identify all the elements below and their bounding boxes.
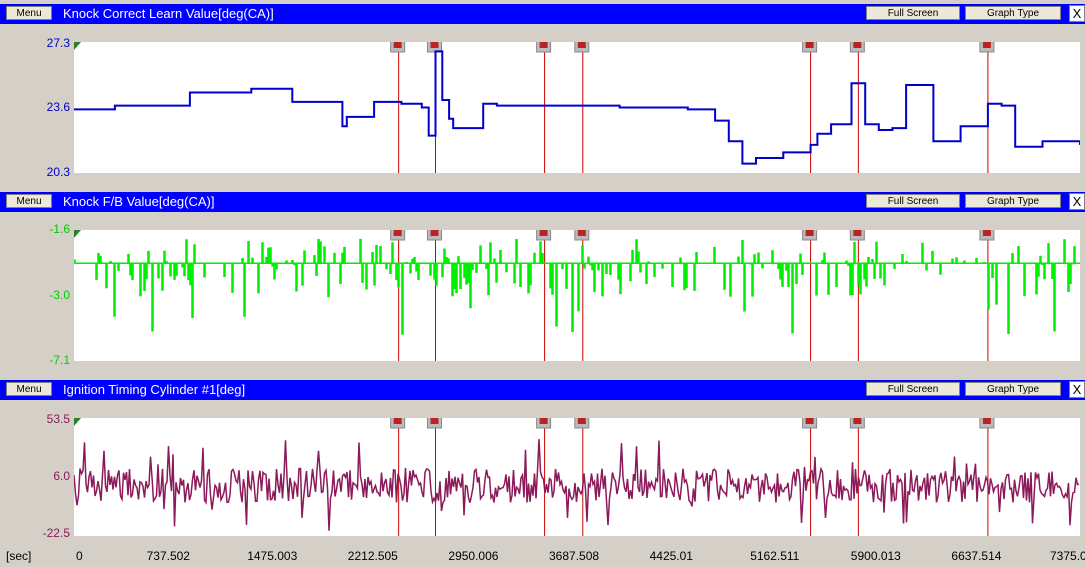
- x-unit-label: [sec]: [6, 549, 32, 563]
- graph-type-button[interactable]: Graph Type: [965, 6, 1061, 20]
- x-tick-label: 5900.013: [850, 549, 901, 563]
- close-button[interactable]: X: [1069, 381, 1085, 398]
- menu-button[interactable]: Menu: [6, 6, 52, 20]
- y-min-label: 20.3: [46, 165, 70, 179]
- plot-area[interactable]: [74, 42, 1080, 173]
- x-tick-label: 7375.01: [1050, 549, 1085, 563]
- chart-svg: [74, 418, 1080, 536]
- x-tick-label: 737.502: [146, 549, 190, 563]
- y-min-label: -22.5: [42, 526, 70, 540]
- panel-title: Knock F/B Value[deg(CA)]: [63, 194, 215, 209]
- menu-button[interactable]: Menu: [6, 382, 52, 396]
- full-screen-button[interactable]: Full Screen: [866, 194, 960, 208]
- event-flag-icon-fill: [805, 418, 814, 424]
- event-flag-icon-fill: [430, 418, 439, 424]
- x-tick-label: 3687.508: [549, 549, 600, 563]
- x-tick-label: 0: [76, 549, 83, 563]
- panel-knock-learn: Menu Knock Correct Learn Value[deg(CA)] …: [0, 4, 1085, 188]
- chart-svg: [74, 42, 1080, 173]
- menu-button[interactable]: Menu: [6, 194, 52, 208]
- event-flag-icon-fill: [853, 42, 862, 48]
- graph-type-button[interactable]: Graph Type: [965, 194, 1061, 208]
- event-flag-icon-fill: [393, 42, 402, 48]
- event-flag-icon-fill: [539, 42, 548, 48]
- y-max-label: -1.6: [49, 222, 70, 236]
- chart-svg: [74, 230, 1080, 361]
- panel-knock-fb: Menu Knock F/B Value[deg(CA)] Full Scree…: [0, 192, 1085, 376]
- event-flag-icon-fill: [577, 418, 586, 424]
- close-button[interactable]: X: [1069, 5, 1085, 22]
- x-tick-label: 1475.003: [247, 549, 298, 563]
- x-tick-label: 6637.514: [951, 549, 1002, 563]
- start-marker-icon: [74, 418, 81, 426]
- event-flag-icon-fill: [577, 230, 586, 236]
- series-line: [74, 439, 1080, 531]
- event-flag-icon-fill: [853, 418, 862, 424]
- x-tick-label: 5162.511: [750, 549, 800, 563]
- x-tick-label: 2212.505: [347, 549, 398, 563]
- graph-type-button[interactable]: Graph Type: [965, 382, 1061, 396]
- y-mid-label: 6.0: [53, 469, 70, 483]
- start-marker-icon: [74, 230, 81, 238]
- y-mid-label: -3.0: [49, 288, 70, 302]
- event-flag-icon-fill: [982, 230, 991, 236]
- y-max-label: 53.5: [46, 412, 70, 426]
- event-flag-icon-fill: [982, 418, 991, 424]
- full-screen-button[interactable]: Full Screen: [866, 382, 960, 396]
- y-max-label: 27.3: [46, 36, 70, 50]
- event-flag-icon-fill: [393, 418, 402, 424]
- event-flag-icon-fill: [853, 230, 862, 236]
- event-flag-icon-fill: [539, 418, 548, 424]
- y-min-label: -7.1: [49, 353, 70, 367]
- panel-title: Ignition Timing Cylinder #1[deg]: [63, 382, 246, 397]
- event-flag-icon-fill: [577, 42, 586, 48]
- full-screen-button[interactable]: Full Screen: [866, 6, 960, 20]
- plot-area[interactable]: [74, 418, 1080, 536]
- event-flag-icon-fill: [430, 42, 439, 48]
- panel-title: Knock Correct Learn Value[deg(CA)]: [63, 6, 274, 21]
- plot-area[interactable]: [74, 230, 1080, 361]
- y-mid-label: 23.6: [46, 100, 70, 114]
- panel-ignition-timing: Menu Ignition Timing Cylinder #1[deg] Fu…: [0, 380, 1085, 540]
- x-tick-label: 2950.006: [448, 549, 499, 563]
- event-flag-icon-fill: [982, 42, 991, 48]
- x-tick-label: 4425.01: [649, 549, 693, 563]
- series-line: [74, 238, 1080, 335]
- close-button[interactable]: X: [1069, 193, 1085, 210]
- event-flag-icon-fill: [430, 230, 439, 236]
- start-marker-icon: [74, 42, 81, 50]
- event-flag-icon-fill: [805, 230, 814, 236]
- event-flag-icon-fill: [539, 230, 548, 236]
- x-axis: [sec] 0 737.502 1475.003 2212.505 2950.006 36…: [0, 541, 1085, 567]
- event-flag-icon-fill: [393, 230, 402, 236]
- series-line: [74, 50, 1080, 165]
- event-flag-icon-fill: [805, 42, 814, 48]
